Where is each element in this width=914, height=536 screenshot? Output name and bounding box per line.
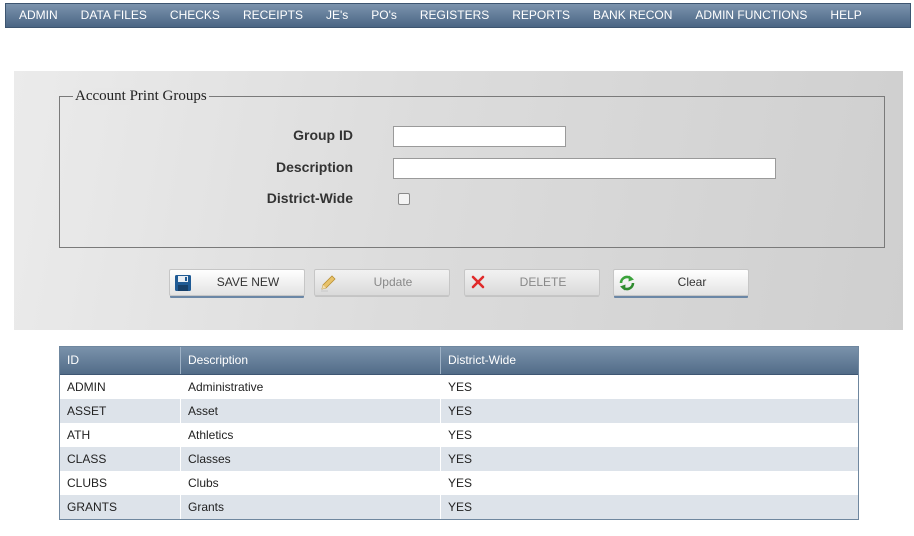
pencil-icon — [319, 274, 337, 292]
cell-district-wide: YES — [448, 500, 473, 514]
cell-district-wide: YES — [448, 452, 473, 466]
cell-district-wide: YES — [448, 476, 473, 490]
save-new-button[interactable]: SAVE NEW — [169, 269, 305, 296]
column-header-district-wide[interactable]: District-Wide — [441, 347, 858, 374]
table-body: ADMIN Administrative YES ASSET Asset YES… — [60, 375, 858, 519]
menu-reports[interactable]: REPORTS — [501, 4, 582, 27]
cell-id: ATH — [60, 423, 181, 447]
update-button[interactable]: Update — [314, 269, 450, 296]
description-label: Description — [275, 159, 353, 175]
cell-id: CLUBS — [60, 471, 181, 495]
refresh-icon — [618, 274, 636, 292]
clear-button[interactable]: Clear — [613, 269, 749, 296]
form-panel: Account Print Groups Group ID Descriptio… — [14, 71, 903, 330]
save-disk-icon — [174, 274, 192, 292]
column-header-description[interactable]: Description — [181, 347, 441, 374]
district-wide-label: District-Wide — [266, 190, 353, 206]
cell-description: Athletics — [181, 423, 441, 447]
update-label: Update — [373, 275, 413, 289]
description-input[interactable] — [393, 158, 776, 179]
group-id-input[interactable] — [393, 126, 566, 147]
menu-pos[interactable]: PO's — [360, 4, 409, 27]
table-row[interactable]: CLASS Classes YES — [60, 447, 858, 471]
red-x-icon — [469, 274, 487, 292]
account-print-groups-fieldset: Account Print Groups Group ID Descriptio… — [59, 88, 885, 248]
table-row[interactable]: ATH Athletics YES — [60, 423, 858, 447]
table-header: ID Description District-Wide — [60, 347, 858, 375]
main-menu-bar: ADMIN DATA FILES CHECKS RECEIPTS JE's PO… — [5, 3, 911, 28]
table-row[interactable]: ADMIN Administrative YES — [60, 375, 858, 399]
menu-checks[interactable]: CHECKS — [158, 4, 231, 27]
delete-button[interactable]: DELETE — [464, 269, 600, 296]
cell-id: ASSET — [60, 399, 181, 423]
cell-description: Grants — [181, 495, 441, 519]
table-row[interactable]: CLUBS Clubs YES — [60, 471, 858, 495]
table-row[interactable]: GRANTS Grants YES — [60, 495, 858, 519]
cell-description: Classes — [181, 447, 441, 471]
cell-description: Clubs — [181, 471, 441, 495]
menu-jes[interactable]: JE's — [314, 4, 359, 27]
cell-id: GRANTS — [60, 495, 181, 519]
save-new-label: SAVE NEW — [216, 275, 280, 289]
menu-bank-recon[interactable]: BANK RECON — [582, 4, 684, 27]
cell-id: ADMIN — [60, 375, 181, 399]
cell-description: Administrative — [181, 375, 441, 399]
district-wide-checkbox[interactable] — [398, 193, 410, 205]
account-groups-table: ID Description District-Wide ADMIN Admin… — [59, 346, 859, 520]
cell-district-wide: YES — [448, 404, 473, 418]
group-id-label: Group ID — [293, 127, 353, 143]
clear-label: Clear — [677, 275, 707, 289]
menu-admin-functions[interactable]: ADMIN FUNCTIONS — [684, 4, 819, 27]
menu-registers[interactable]: REGISTERS — [408, 4, 500, 27]
delete-label: DELETE — [519, 275, 567, 289]
cell-id: CLASS — [60, 447, 181, 471]
fieldset-legend: Account Print Groups — [73, 88, 209, 105]
menu-data-files[interactable]: DATA FILES — [69, 4, 158, 27]
menu-admin[interactable]: ADMIN — [6, 4, 69, 27]
table-row[interactable]: ASSET Asset YES — [60, 399, 858, 423]
cell-district-wide: YES — [448, 380, 473, 394]
column-header-id[interactable]: ID — [60, 347, 181, 374]
menu-receipts[interactable]: RECEIPTS — [231, 4, 314, 27]
cell-district-wide: YES — [448, 428, 473, 442]
menu-help[interactable]: HELP — [819, 4, 873, 27]
cell-description: Asset — [181, 399, 441, 423]
